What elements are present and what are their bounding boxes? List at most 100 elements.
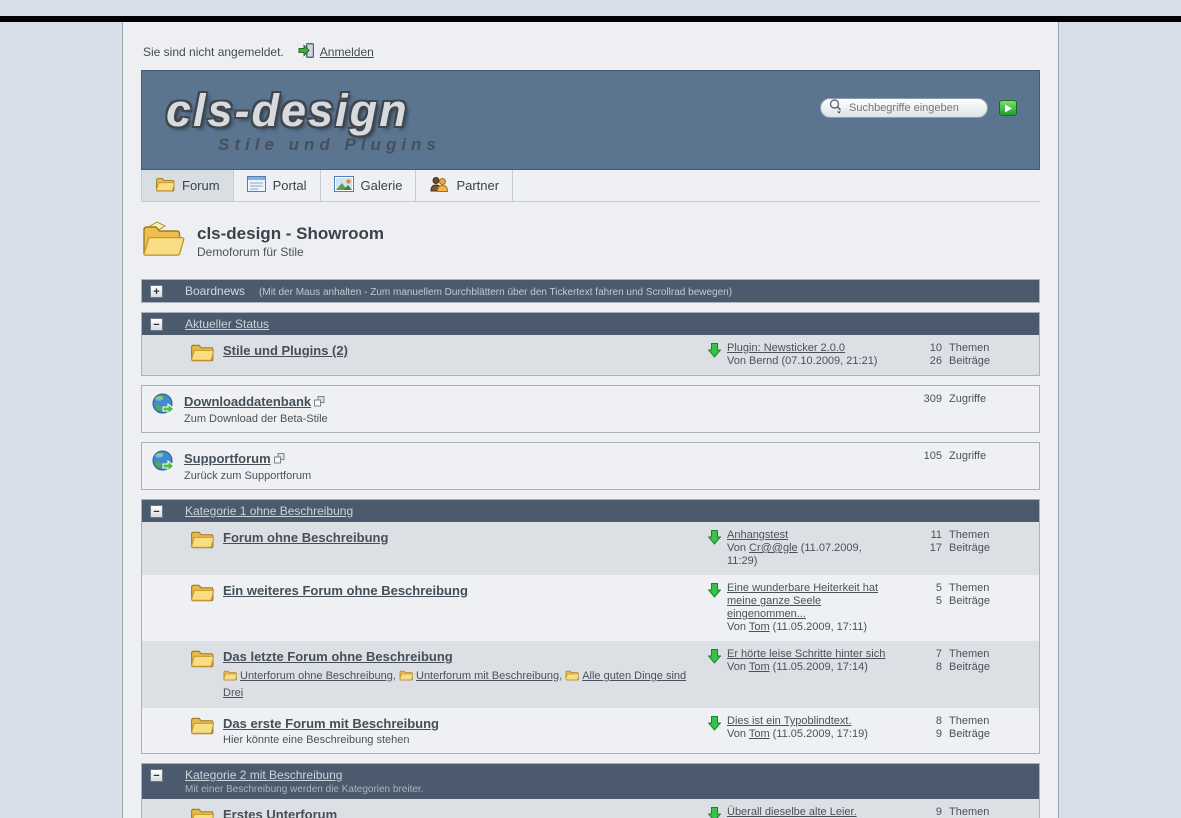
main-navigation: Forum Portal Galerie Partner (141, 170, 1040, 202)
collapse-button[interactable]: − (150, 318, 163, 331)
lastpost-arrow-icon[interactable] (708, 716, 721, 741)
subfolder-icon (223, 672, 237, 684)
tab-partner[interactable]: Partner (416, 170, 513, 201)
lastpost-title-link[interactable]: Plugin: Newsticker 2.0.0 (727, 342, 845, 354)
lastpost-author-link[interactable]: Cr@@gle (749, 542, 798, 554)
lastpost-arrow-icon[interactable] (708, 583, 721, 634)
forum-link[interactable]: Das letzte Forum ohne Beschreibung (223, 649, 453, 664)
tab-portal[interactable]: Portal (234, 170, 321, 201)
forum-stats: 7Themen 8Beiträge (891, 648, 1029, 674)
big-folder-icon (141, 218, 187, 265)
category-description: Mit einer Beschreibung werden die Katego… (185, 784, 423, 795)
collapse-button[interactable]: − (150, 505, 163, 518)
category-box-status: − Aktueller Status Stile und Plugins (2)… (141, 312, 1040, 376)
forum-link[interactable]: Stile und Plugins (2) (223, 343, 348, 358)
lastpost-arrow-icon[interactable] (708, 343, 721, 368)
link-forum-link[interactable]: Downloaddatenbank (184, 394, 311, 409)
boardnews-bar: + Boardnews (Mit der Maus anhalten - Zum… (142, 280, 1039, 302)
beitraege-count: 26 (891, 355, 942, 368)
lastpost-arrow-icon[interactable] (708, 807, 721, 818)
folder-icon (190, 529, 214, 554)
search-box (820, 98, 988, 118)
lastpost-title-link[interactable]: Eine wunderbare Heiterkeit hat meine gan… (727, 582, 878, 620)
subforum-list: Unterforum ohne Beschreibung, Unterforum… (223, 669, 708, 701)
category-header: − Kategorie 1 ohne Beschreibung (142, 500, 1039, 522)
lastpost-title-link[interactable]: Dies ist ein Typoblindtext. (727, 715, 852, 727)
search-input[interactable] (849, 102, 967, 114)
category-box-2: − Kategorie 2 mit Beschreibung Mit einer… (141, 763, 1040, 818)
category-title-link[interactable]: Kategorie 2 mit Beschreibung (185, 768, 423, 782)
lastpost-author-link[interactable]: Tom (749, 728, 770, 740)
forum-row: Das erste Forum mit Beschreibung Hier kö… (142, 708, 1039, 753)
search-icon[interactable] (828, 98, 844, 119)
lastpost-author-link[interactable]: Tom (749, 621, 770, 633)
link-forum-row: Downloaddatenbank Zum Download der Beta-… (142, 386, 1039, 432)
category-title-link[interactable]: Kategorie 1 ohne Beschreibung (185, 504, 353, 518)
forum-link[interactable]: Ein weiteres Forum ohne Beschreibung (223, 583, 468, 598)
tab-label: Portal (273, 178, 307, 193)
beitraege-label: Beiträge (949, 542, 1001, 555)
themen-count: 11 (891, 529, 942, 542)
forum-row: Das letzte Forum ohne Beschreibung Unter… (142, 641, 1039, 708)
folder-icon (190, 648, 214, 673)
external-link-icon (274, 451, 285, 468)
folder-icon (190, 582, 214, 607)
link-forum-link[interactable]: Supportforum (184, 451, 271, 466)
lastpost-arrow-icon[interactable] (708, 530, 721, 568)
lastpost-von: Von (727, 542, 746, 554)
beitraege-count: 5 (891, 595, 942, 608)
forum-link[interactable]: Erstes Unterforum (223, 807, 337, 818)
boardnews-label: Boardnews (185, 284, 245, 298)
lastpost-date: (11.05.2009, 17:11) (773, 621, 867, 633)
themen-count: 8 (891, 715, 942, 728)
login-status-text: Sie sind nicht angemeldet. (143, 45, 284, 59)
forum-link[interactable]: Forum ohne Beschreibung (223, 530, 388, 545)
subfolder-icon (565, 672, 579, 684)
tab-forum[interactable]: Forum (141, 170, 234, 201)
category-title-link[interactable]: Aktueller Status (185, 317, 269, 331)
forum-folder-icon (155, 176, 175, 195)
themen-count: 5 (891, 582, 942, 595)
page-heading: cls-design - Showroom (197, 224, 384, 244)
search-submit-button[interactable] (999, 100, 1017, 116)
site-logo-subtitle: Stile und Plugins (218, 135, 441, 155)
forum-stats: 10Themen 26Beiträge (891, 342, 1029, 368)
category-box-1: − Kategorie 1 ohne Beschreibung Forum oh… (141, 499, 1040, 754)
beitraege-count: 17 (891, 542, 942, 555)
link-forum-description: Zum Download der Beta-Stile (184, 413, 328, 425)
zugriffe-count: 309 (891, 393, 942, 406)
lastpost-author-link[interactable]: Tom (749, 661, 770, 673)
tab-label: Galerie (361, 178, 403, 193)
window-top-edge (0, 16, 1181, 22)
forum-stats: 5Themen 5Beiträge (891, 582, 1029, 608)
link-forum-box: Supportforum Zurück zum Supportforum 105… (141, 442, 1040, 490)
zugriffe-count: 105 (891, 450, 942, 463)
login-link[interactable]: Anmelden (320, 45, 374, 59)
lastpost-title-link[interactable]: Er hörte leise Schritte hinter sich (727, 648, 885, 660)
zugriffe-label: Zugriffe (949, 393, 1001, 406)
beitraege-label: Beiträge (949, 595, 1001, 608)
lastpost-von: Von (727, 661, 746, 673)
gallery-icon (334, 176, 354, 195)
subforum-link[interactable]: Unterforum mit Beschreibung (416, 670, 559, 682)
tab-label: Partner (456, 178, 499, 193)
lastpost-title-link[interactable]: Überall dieselbe alte Leier. (727, 806, 857, 818)
collapse-button[interactable]: − (150, 769, 163, 782)
category-header: − Kategorie 2 mit Beschreibung Mit einer… (142, 764, 1039, 799)
link-forum-row: Supportforum Zurück zum Supportforum 105… (142, 443, 1039, 489)
forum-stats: 9Themen 10Beiträge (891, 806, 1029, 818)
expand-button[interactable]: + (150, 285, 163, 298)
forum-row: Erstes Unterforum Überall dieselbe alte … (142, 799, 1039, 818)
lastpost-title-link[interactable]: Anhangstest (727, 529, 788, 541)
login-icon (298, 43, 314, 61)
lastpost-date: (11.05.2009, 17:19) (773, 728, 868, 740)
forum-link[interactable]: Das erste Forum mit Beschreibung (223, 716, 439, 731)
subforum-link[interactable]: Unterforum ohne Beschreibung (240, 670, 393, 682)
lastpost-arrow-icon[interactable] (708, 649, 721, 674)
forum-page-container: Sie sind nicht angemeldet. Anmelden cls-… (122, 16, 1059, 818)
tab-galerie[interactable]: Galerie (321, 170, 417, 201)
themen-count: 9 (891, 806, 942, 818)
login-bar: Sie sind nicht angemeldet. Anmelden (143, 43, 1040, 61)
globe-link-icon (152, 450, 175, 478)
site-logo: cls-design (166, 85, 409, 137)
